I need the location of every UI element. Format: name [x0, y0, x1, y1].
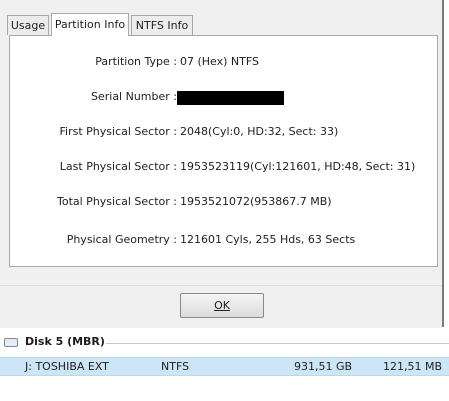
geometry-label: Physical Geometry : — [66, 233, 177, 246]
disk-title: Disk 5 (MBR) — [25, 335, 105, 348]
tab-partition-info[interactable]: Partition Info — [51, 13, 129, 36]
tab-usage[interactable]: Usage — [7, 15, 49, 35]
partition-type-label: Partition Type : — [95, 55, 177, 68]
partition-row[interactable]: J: TOSHIBA EXT NTFS 931,51 GB 121,51 MB — [0, 357, 449, 376]
partition-name: J: TOSHIBA EXT — [25, 360, 109, 373]
partition-filesystem: NTFS — [161, 360, 190, 373]
partition-properties-dialog: Usage Partition Info NTFS Info Partition… — [0, 0, 444, 328]
geometry-value: 121601 Cyls, 255 Hds, 63 Sects — [180, 233, 356, 246]
first-sector-label: First Physical Sector : — [59, 125, 177, 138]
info-row-last-sector: Last Physical Sector : 1953523119(Cyl:12… — [10, 159, 437, 175]
partition-used: 121,51 MB — [383, 360, 443, 373]
serial-number-label: Serial Number : — [90, 90, 177, 103]
ok-button[interactable]: OK — [180, 293, 264, 318]
partition-type-value: 07 (Hex) NTFS — [180, 55, 259, 68]
first-sector-value: 2048(Cyl:0, HD:32, Sect: 33) — [180, 125, 339, 138]
tab-ntfs-info[interactable]: NTFS Info — [131, 15, 193, 35]
info-row-geometry: Physical Geometry : 121601 Cyls, 255 Hds… — [10, 232, 437, 248]
partition-info-panel: Partition Type : 07 (Hex) NTFS Serial Nu… — [9, 35, 438, 267]
serial-number-redaction — [177, 91, 284, 105]
last-sector-label: Last Physical Sector : — [59, 160, 177, 173]
total-sector-value: 1953521072(953867.7 MB) — [180, 195, 332, 208]
partition-capacity: 931,51 GB — [294, 360, 353, 373]
last-sector-value: 1953523119(Cyl:121601, HD:48, Sect: 31) — [180, 160, 416, 173]
button-bar: OK — [0, 285, 442, 328]
info-row-partition-type: Partition Type : 07 (Hex) NTFS — [10, 54, 437, 70]
divider — [106, 343, 449, 344]
drive-icon — [4, 338, 18, 347]
disk-header[interactable]: Disk 5 (MBR) — [0, 334, 449, 352]
total-sector-label: Total Physical Sector : — [57, 195, 177, 208]
info-row-total-sector: Total Physical Sector : 1953521072(95386… — [10, 194, 437, 210]
info-row-first-sector: First Physical Sector : 2048(Cyl:0, HD:3… — [10, 124, 437, 140]
